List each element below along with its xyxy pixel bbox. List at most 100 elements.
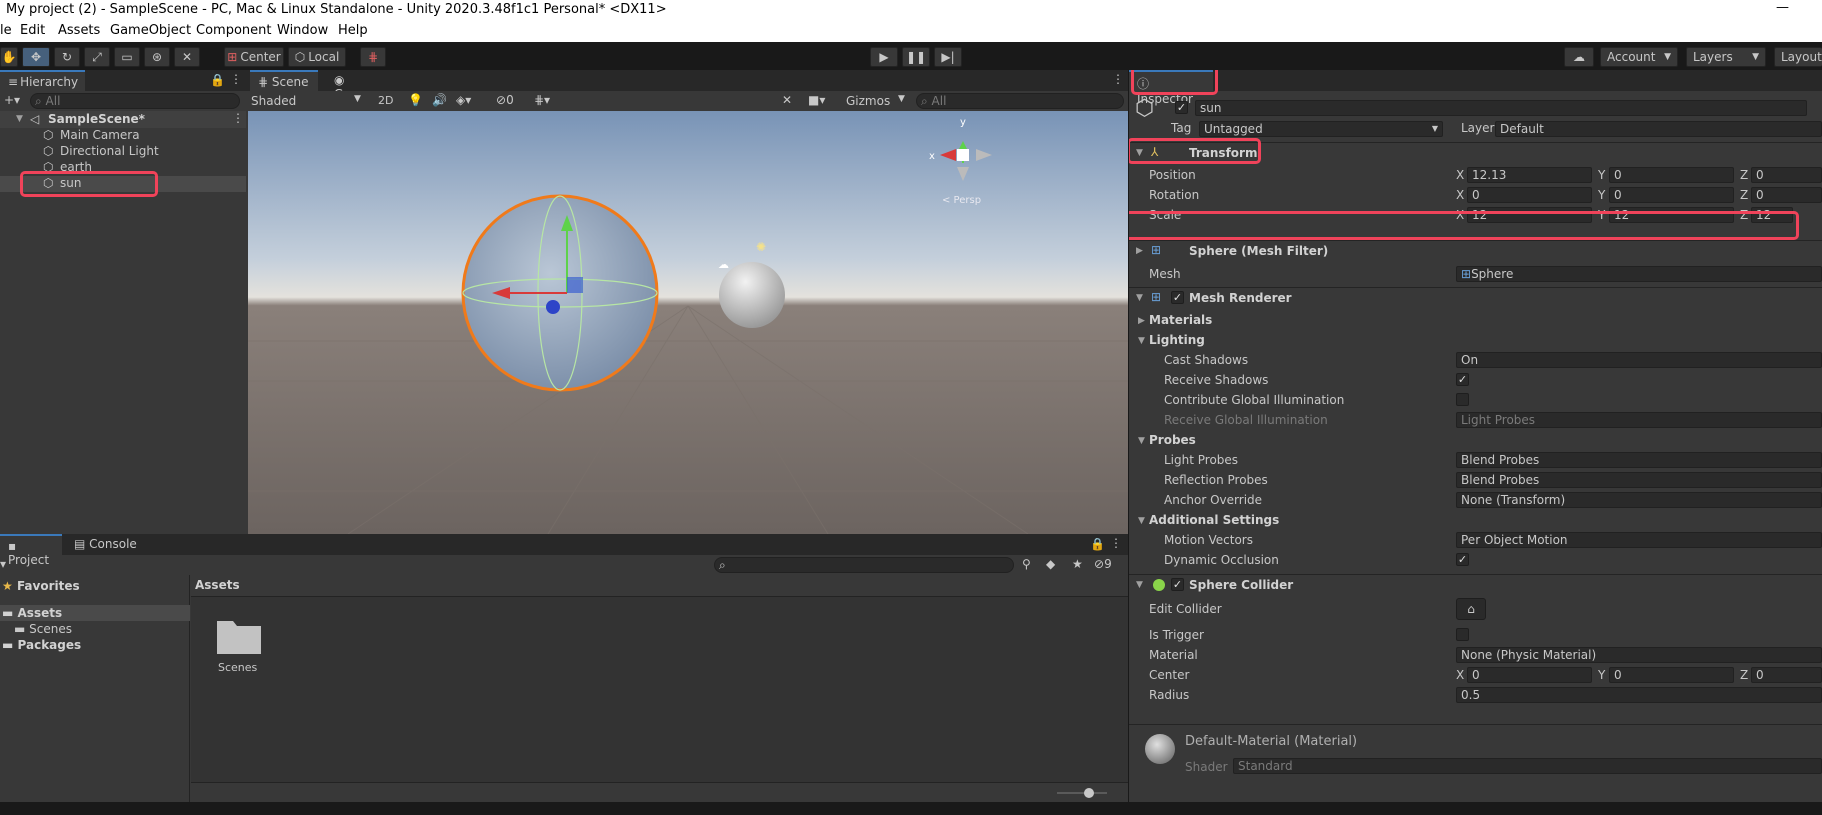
more-icon[interactable]: ⋮ xyxy=(230,72,242,86)
account-dropdown[interactable]: Account ▼ xyxy=(1600,47,1678,67)
menu-edit[interactable]: Edit xyxy=(20,23,45,38)
zoom-slider-handle[interactable] xyxy=(1084,788,1094,798)
object-name-field[interactable]: sun xyxy=(1195,100,1807,116)
foldout-arrow-icon[interactable]: ▶ xyxy=(1136,246,1143,256)
hidden-objects-icon[interactable]: ⊘0 xyxy=(496,93,514,107)
active-checkbox[interactable]: ✓ xyxy=(1175,101,1188,114)
more-icon[interactable]: ⋮ xyxy=(1110,536,1122,550)
lighting-foldout[interactable]: Lighting xyxy=(1149,333,1205,347)
project-search-input[interactable]: ⌕ xyxy=(714,557,1014,573)
assets-item[interactable]: ▬ Assets xyxy=(0,605,190,621)
scenes-item[interactable]: ▬ Scenes xyxy=(14,622,72,636)
rotation-z-field[interactable]: 0 xyxy=(1751,187,1822,203)
shader-dropdown[interactable]: Standard xyxy=(1233,758,1822,774)
tab-scene[interactable]: ⋕ Scene xyxy=(250,70,318,91)
favorite-star-icon[interactable]: ★ xyxy=(1072,557,1083,571)
menu-help[interactable]: Help xyxy=(338,23,368,38)
dynamic-occlusion-checkbox[interactable]: ✓ xyxy=(1456,553,1469,566)
anchor-override-field[interactable]: None (Transform) xyxy=(1456,492,1822,508)
foldout-arrow-icon[interactable]: ▶ xyxy=(1138,316,1145,326)
camera-icon[interactable]: ■▾ xyxy=(808,93,825,107)
motion-vectors-dropdown[interactable]: Per Object Motion xyxy=(1456,532,1822,548)
pivot-local-button[interactable]: ⬡ Local xyxy=(288,47,346,67)
foldout-arrow-icon[interactable]: ▼ xyxy=(1136,293,1143,303)
gizmos-dropdown[interactable]: Gizmos xyxy=(846,94,890,108)
earth-sphere[interactable] xyxy=(719,262,785,328)
rotation-y-field[interactable]: 0 xyxy=(1609,187,1734,203)
add-icon[interactable]: +▾ xyxy=(4,93,20,107)
foldout-arrow-icon[interactable]: ▼ xyxy=(1136,580,1143,590)
position-label[interactable]: Position xyxy=(1149,168,1196,182)
center-z-field[interactable]: 0 xyxy=(1751,667,1822,683)
foldout-arrow-icon[interactable]: ▼ xyxy=(1138,436,1145,446)
pivot-center-button[interactable]: ⊞ Center xyxy=(224,47,284,67)
list-item[interactable]: ⬡ Main Camera xyxy=(0,128,246,144)
mesh-renderer-title[interactable]: Mesh Renderer xyxy=(1189,291,1292,305)
asset-folder-label[interactable]: Scenes xyxy=(218,661,257,674)
center-label[interactable]: Center xyxy=(1149,668,1189,682)
position-z-field[interactable]: 0 xyxy=(1751,167,1822,183)
material-name[interactable]: Default-Material (Material) xyxy=(1185,734,1357,749)
filter-type-icon[interactable]: ⚲ xyxy=(1022,557,1031,571)
folder-icon[interactable] xyxy=(215,615,263,655)
collider-material-field[interactable]: None (Physic Material) xyxy=(1456,647,1822,663)
center-y-field[interactable]: 0 xyxy=(1609,667,1734,683)
hand-tool-icon[interactable]: ✋ xyxy=(0,47,18,67)
chevron-down-icon[interactable]: ▼ xyxy=(354,94,361,104)
scale-tool-icon[interactable]: ⤢ xyxy=(84,47,110,67)
xy-plane-handle[interactable] xyxy=(567,277,583,293)
contribute-gi-checkbox[interactable] xyxy=(1456,393,1469,406)
hierarchy-search-input[interactable]: ⌕ All xyxy=(30,93,240,109)
play-button[interactable]: ▶ xyxy=(870,47,898,67)
lock-icon[interactable]: 🔒 xyxy=(210,73,225,87)
chevron-down-icon[interactable]: ▼ xyxy=(898,94,905,104)
shading-dropdown[interactable]: Shaded xyxy=(251,94,296,108)
tag-dropdown[interactable]: Untagged ▼ xyxy=(1199,121,1443,137)
transform-tool-icon[interactable]: ⊛ xyxy=(144,47,170,67)
is-trigger-checkbox[interactable] xyxy=(1456,628,1469,641)
edit-collider-button[interactable]: ⌂ xyxy=(1456,598,1486,620)
reflection-probes-dropdown[interactable]: Blend Probes xyxy=(1456,472,1822,488)
rotation-x-field[interactable]: 0 xyxy=(1467,187,1592,203)
scene-render[interactable]: ☁ ✺ y x < Persp xyxy=(248,111,1128,534)
menu-gameobject[interactable]: GameObject xyxy=(110,23,191,38)
more-icon[interactable]: ⋮ xyxy=(1112,72,1124,86)
radius-field[interactable]: 0.5 xyxy=(1456,687,1822,703)
move-tool-icon[interactable]: ✥ xyxy=(22,47,50,67)
cloud-icon[interactable]: ☁ xyxy=(1564,47,1594,67)
receive-shadows-checkbox[interactable]: ✓ xyxy=(1456,373,1469,386)
center-x-field[interactable]: 0 xyxy=(1467,667,1592,683)
position-y-field[interactable]: 0 xyxy=(1609,167,1734,183)
zoom-slider-track[interactable] xyxy=(1057,792,1107,794)
scene-row[interactable]: ▼ ◁ SampleScene* ⋮ xyxy=(0,111,246,128)
menu-assets[interactable]: Assets xyxy=(58,23,100,38)
rotate-tool-icon[interactable]: ↻ xyxy=(54,47,80,67)
perspective-label[interactable]: < Persp xyxy=(942,195,981,206)
scene-viewport[interactable]: ☁ ✺ y x < Persp xyxy=(248,111,1128,534)
mesh-filter-title[interactable]: Sphere (Mesh Filter) xyxy=(1189,244,1328,258)
filter-label-icon[interactable]: ◆ xyxy=(1046,557,1055,571)
radius-label[interactable]: Radius xyxy=(1149,688,1189,702)
cast-shadows-dropdown[interactable]: On xyxy=(1456,352,1822,368)
sphere-collider-title[interactable]: Sphere Collider xyxy=(1189,578,1293,592)
favorites-item[interactable]: ★ Favorites xyxy=(2,579,80,593)
pause-button[interactable]: ❚❚ xyxy=(902,47,930,67)
packages-item[interactable]: ▬ Packages xyxy=(2,638,81,652)
layers-dropdown[interactable]: Layers ▼ xyxy=(1686,47,1766,67)
sphere-collider-enabled-checkbox[interactable]: ✓ xyxy=(1171,578,1184,591)
list-item[interactable]: ⬡ Directional Light xyxy=(0,144,246,160)
minimize-button[interactable]: — xyxy=(1776,0,1789,15)
mesh-field[interactable]: ⊞Sphere xyxy=(1456,266,1822,282)
breadcrumb-assets[interactable]: Assets xyxy=(195,578,240,592)
add-icon[interactable]: ▾ xyxy=(0,557,6,571)
tab-hierarchy[interactable]: ≡ Hierarchy xyxy=(0,70,85,91)
menu-component[interactable]: Component xyxy=(196,23,271,38)
menu-window[interactable]: Window xyxy=(277,23,328,38)
additional-settings-foldout[interactable]: Additional Settings xyxy=(1149,513,1279,527)
custom-tool-icon[interactable]: ✕ xyxy=(174,47,200,67)
layout-dropdown[interactable]: Layout xyxy=(1774,47,1822,67)
mesh-renderer-enabled-checkbox[interactable]: ✓ xyxy=(1171,291,1184,304)
step-button[interactable]: ▶| xyxy=(934,47,962,67)
layer-dropdown[interactable]: Default xyxy=(1495,121,1822,137)
tab-project[interactable]: ▪ Project xyxy=(0,534,62,567)
